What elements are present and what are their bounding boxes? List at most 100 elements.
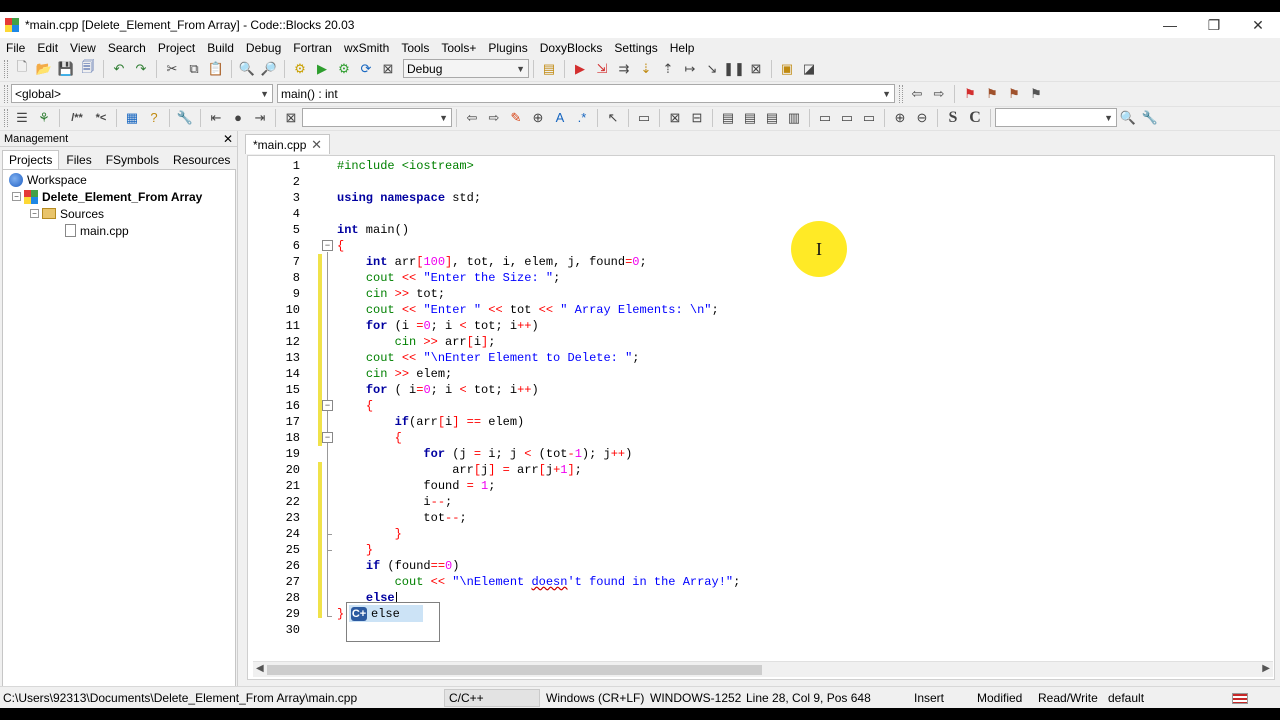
fold-toggle-icon[interactable]: − (322, 432, 333, 443)
extract-doc-icon[interactable]: ⚘ (34, 108, 54, 128)
redo-icon[interactable]: ↷ (131, 59, 151, 79)
scope-select[interactable]: <global> ▼ (11, 84, 273, 103)
continue-block-icon[interactable]: ▭ (837, 108, 857, 128)
line-comment-button[interactable]: *< (91, 108, 111, 128)
tab-resources[interactable]: Resources (166, 150, 237, 170)
previous-bookmark-icon[interactable]: ⚑ (982, 84, 1002, 104)
code-search-icon[interactable]: 🔍 (1118, 108, 1138, 128)
various-info-icon[interactable]: ◪ (799, 59, 819, 79)
stop-search-icon[interactable]: ⊠ (281, 108, 301, 128)
tab-fsymbols[interactable]: FSymbols (99, 150, 166, 170)
paste-icon[interactable]: 📋 (206, 59, 226, 79)
function-select[interactable]: main() : int ▼ (277, 84, 895, 103)
scroll-right-icon[interactable]: ▶ (1262, 663, 1270, 674)
tree-sources[interactable]: − Sources (30, 205, 104, 222)
toolbar-grip[interactable] (899, 84, 903, 103)
for-block-icon[interactable]: ▤ (762, 108, 782, 128)
menu-file[interactable]: File (0, 41, 31, 55)
search-back-icon[interactable]: ⇦ (462, 108, 482, 128)
abort-icon[interactable]: ⊠ (378, 59, 398, 79)
collapse-icon[interactable]: − (12, 192, 21, 201)
menu-wxsmith[interactable]: wxSmith (338, 41, 395, 55)
fold-toggle-icon[interactable]: − (322, 240, 333, 251)
pause-icon[interactable]: ❚❚ (723, 59, 745, 79)
tab-main-cpp[interactable]: *main.cpp ✕ (245, 134, 330, 154)
debug-start-icon[interactable]: ▶ (570, 59, 590, 79)
new-file-icon[interactable]: 🗋 (12, 59, 32, 79)
tab-projects[interactable]: Projects (2, 150, 60, 170)
while-block-icon[interactable]: ▤ (740, 108, 760, 128)
build-gear-icon[interactable]: ⚙ (290, 59, 310, 79)
next-icon[interactable]: ⇥ (250, 108, 270, 128)
regex-icon[interactable]: .* (572, 108, 592, 128)
match-case-icon[interactable]: A (550, 108, 570, 128)
tab-files[interactable]: Files (59, 150, 98, 170)
scroll-left-icon[interactable]: ◀ (256, 663, 264, 674)
debugging-windows-icon[interactable]: ▣ (777, 59, 797, 79)
block-icon[interactable]: ▭ (634, 108, 654, 128)
toolbar-grip[interactable] (4, 108, 8, 127)
next-instruction-icon[interactable]: ↦ (680, 59, 700, 79)
build-and-run-icon[interactable]: ⚙ (334, 59, 354, 79)
dot-icon[interactable]: ● (228, 108, 248, 128)
zoom-out-icon[interactable]: ⊖ (912, 108, 932, 128)
menu-tools[interactable]: Tools (395, 41, 435, 55)
search-combo[interactable]: ▼ (302, 108, 452, 127)
if-block-icon[interactable]: ⊠ (665, 108, 685, 128)
minimize-button[interactable]: — (1148, 12, 1192, 38)
menu-help[interactable]: Help (664, 41, 701, 55)
fold-toggle-icon[interactable]: − (322, 400, 333, 411)
menu-tools-plus[interactable]: Tools+ (435, 41, 482, 55)
run-chm-icon[interactable]: ? (144, 108, 164, 128)
break-block-icon[interactable]: ▭ (815, 108, 835, 128)
run-html-icon[interactable]: ▦ (122, 108, 142, 128)
config-wrench-icon[interactable]: 🔧 (175, 108, 195, 128)
menu-doxyblocks[interactable]: DoxyBlocks (534, 41, 609, 55)
highlight-icon[interactable]: ✎ (506, 108, 526, 128)
step-into-instruction-icon[interactable]: ↘ (702, 59, 722, 79)
menu-plugins[interactable]: Plugins (482, 41, 533, 55)
autocomplete-item-else[interactable]: C+ else (349, 605, 423, 622)
scrollbar-thumb[interactable] (267, 665, 762, 675)
replace-icon[interactable]: 🔎 (259, 59, 279, 79)
previous-icon[interactable]: ⇤ (206, 108, 226, 128)
stop-debugger-icon[interactable]: ⊠ (746, 59, 766, 79)
horizontal-scrollbar[interactable]: ◀ ▶ (253, 661, 1273, 677)
next-line-icon[interactable]: ⇉ (614, 59, 634, 79)
next-bookmark-icon[interactable]: ⚑ (1004, 84, 1024, 104)
menu-debug[interactable]: Debug (240, 41, 287, 55)
toggle-bookmark-icon[interactable]: ⚑ (960, 84, 980, 104)
cut-icon[interactable]: ✂ (162, 59, 182, 79)
repeat-block-icon[interactable]: ▥ (784, 108, 804, 128)
save-icon[interactable]: 💾 (56, 59, 76, 79)
pointer-icon[interactable]: ↖ (603, 108, 623, 128)
undo-icon[interactable]: ↶ (109, 59, 129, 79)
search-c-button[interactable]: C (965, 108, 985, 128)
return-block-icon[interactable]: ▭ (859, 108, 879, 128)
menu-search[interactable]: Search (102, 41, 152, 55)
jump-back-icon[interactable]: ⇦ (907, 84, 927, 104)
tree-file-main[interactable]: main.cpp (65, 222, 129, 239)
menu-project[interactable]: Project (152, 41, 201, 55)
show-select-target-icon[interactable]: ▤ (539, 59, 559, 79)
code-search-settings-icon[interactable]: 🔧 (1140, 108, 1160, 128)
jump-forward-icon[interactable]: ⇨ (929, 84, 949, 104)
run-icon[interactable]: ▶ (312, 59, 332, 79)
management-close-icon[interactable]: ✕ (223, 132, 233, 146)
selection-icon[interactable]: ⊕ (528, 108, 548, 128)
toolbar-grip[interactable] (4, 84, 8, 103)
step-out-icon[interactable]: ⇡ (658, 59, 678, 79)
doxywizard-icon[interactable]: ☰ (12, 108, 32, 128)
tree-workspace[interactable]: Workspace (9, 171, 87, 188)
menu-fortran[interactable]: Fortran (287, 41, 338, 55)
clear-bookmarks-icon[interactable]: ⚑ (1026, 84, 1046, 104)
rebuild-icon[interactable]: ⟳ (356, 59, 376, 79)
menu-edit[interactable]: Edit (31, 41, 64, 55)
find-icon[interactable]: 🔍 (237, 59, 257, 79)
tab-close-icon[interactable]: ✕ (311, 137, 322, 153)
block-comment-button[interactable]: /** (65, 108, 89, 128)
maximize-button[interactable]: ❐ (1192, 12, 1236, 38)
run-to-cursor-icon[interactable]: ⇲ (592, 59, 612, 79)
close-button[interactable]: ✕ (1236, 12, 1280, 38)
open-file-icon[interactable]: 📂 (34, 59, 54, 79)
